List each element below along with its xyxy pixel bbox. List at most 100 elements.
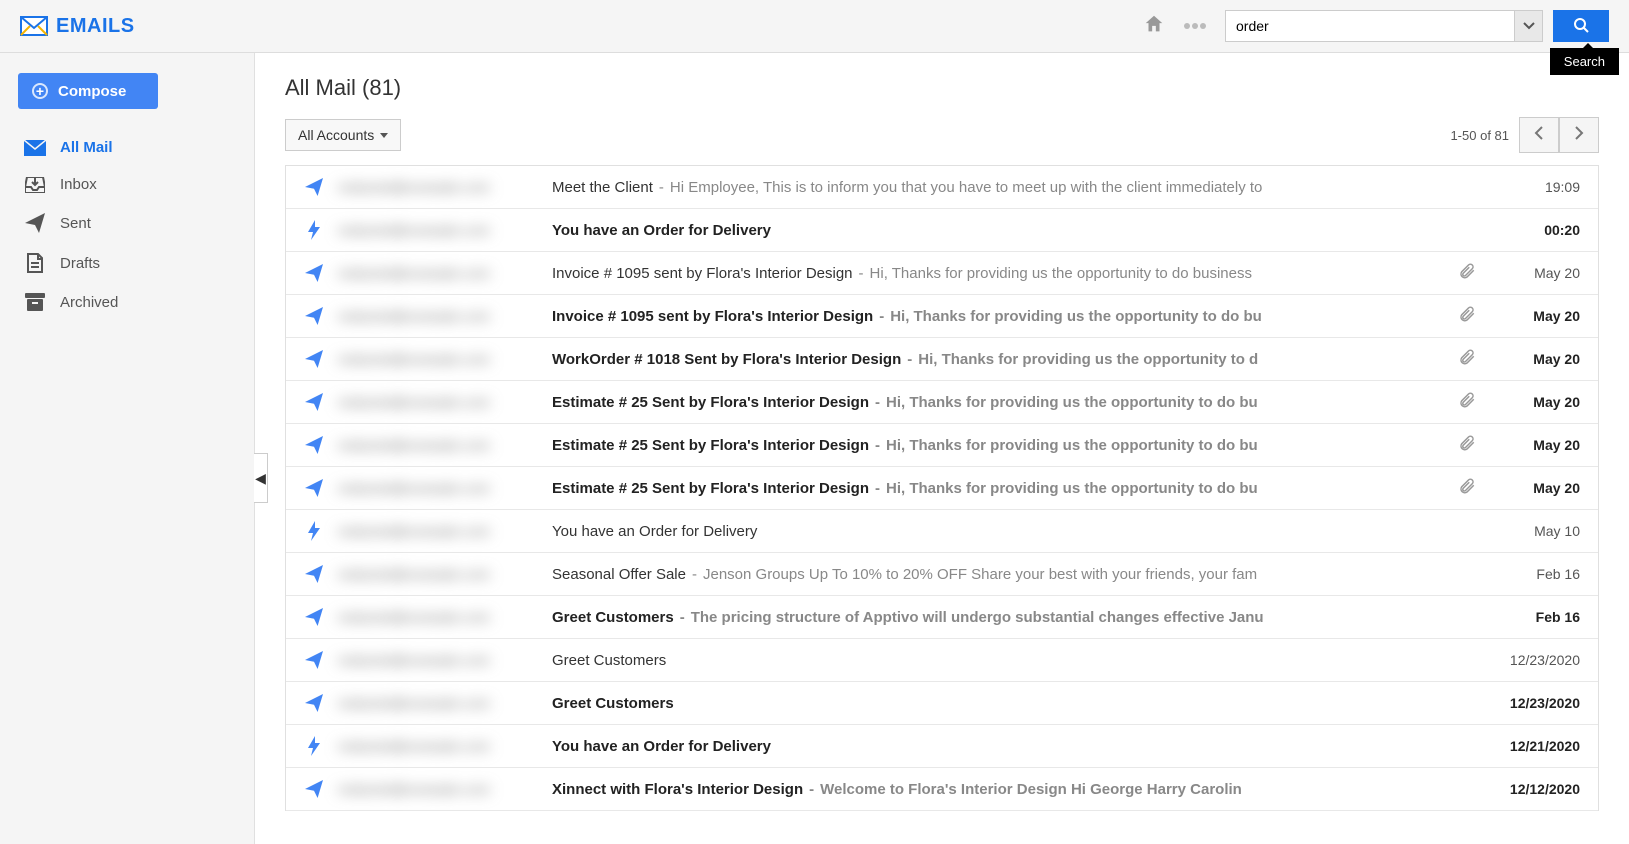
more-icon[interactable] [1183, 17, 1207, 35]
attachment-icon [1458, 477, 1476, 500]
mail-content: Meet the Client - Hi Employee, This is t… [552, 179, 1476, 196]
separator: - [875, 480, 880, 497]
mail-row[interactable]: redacted@example.comWorkOrder # 1018 Sen… [286, 338, 1598, 381]
mail-content: Seasonal Offer Sale - Jenson Groups Up T… [552, 566, 1476, 583]
separator: - [680, 609, 685, 626]
mail-subject: You have an Order for Delivery [552, 523, 757, 540]
mail-sender: redacted@example.com [338, 437, 538, 453]
mail-preview: Hi, Thanks for providing us the opportun… [870, 265, 1252, 282]
send-icon [304, 264, 324, 282]
mail-preview: Hi, Thanks for providing us the opportun… [886, 437, 1258, 454]
mail-row[interactable]: redacted@example.comMeet the Client - Hi… [286, 166, 1598, 209]
sidebar-item-inbox[interactable]: Inbox [18, 166, 236, 203]
compose-button[interactable]: + Compose [18, 73, 158, 109]
pager-prev[interactable] [1519, 117, 1559, 153]
sidebar-item-sent[interactable]: Sent [18, 203, 236, 243]
mail-sender: redacted@example.com [338, 738, 538, 754]
mail-row[interactable]: redacted@example.com Greet Customers 12/23… [286, 639, 1598, 682]
mail-row[interactable]: redacted@example.comInvoice # 1095 sent … [286, 252, 1598, 295]
chevron-down-icon [1523, 17, 1535, 35]
envelope-icon [20, 16, 48, 36]
search-dropdown[interactable] [1515, 10, 1543, 42]
logo[interactable]: EMAILS [20, 15, 135, 38]
mail-subject: WorkOrder # 1018 Sent by Flora's Interio… [552, 351, 901, 368]
search-icon [1573, 17, 1589, 36]
mail-subject: Estimate # 25 Sent by Flora's Interior D… [552, 480, 869, 497]
separator: - [879, 308, 884, 325]
mail-row[interactable]: redacted@example.com Greet Customers 12/23… [286, 682, 1598, 725]
mail-row[interactable]: redacted@example.com Estimate # 25 Sent b… [286, 381, 1598, 424]
mail-date: 12/23/2020 [1490, 652, 1580, 668]
attachment-icon [1458, 391, 1476, 414]
mail-date: Feb 16 [1490, 566, 1580, 582]
sidebar-item-archived[interactable]: Archived [18, 283, 236, 321]
mail-content: You have an Order for Delivery [552, 222, 1476, 239]
mail-content: Estimate # 25 Sent by Flora's Interior D… [552, 480, 1440, 497]
chevron-right-icon [1574, 126, 1584, 145]
mail-sender: redacted@example.com [338, 394, 538, 410]
mail-preview: Jenson Groups Up To 10% to 20% OFF Share… [703, 566, 1257, 583]
compose-label: Compose [58, 83, 126, 100]
bolt-icon [304, 220, 324, 240]
separator: - [875, 394, 880, 411]
sidebar-item-all-mail[interactable]: All Mail [18, 129, 236, 166]
mail-row[interactable]: redacted@example.com You have an Order fo… [286, 725, 1598, 768]
envelope-icon [24, 140, 46, 156]
mail-preview: Hi, Thanks for providing us the opportun… [886, 394, 1258, 411]
mail-content: Greet Customers - The pricing structure … [552, 609, 1476, 626]
home-icon[interactable] [1143, 13, 1165, 40]
mail-sender: redacted@example.com [338, 308, 538, 324]
mail-date: 00:20 [1490, 222, 1580, 238]
mail-content: Estimate # 25 Sent by Flora's Interior D… [552, 437, 1440, 454]
mail-preview: Hi, Thanks for providing us the opportun… [918, 351, 1258, 368]
send-icon [304, 608, 324, 626]
nav-label: Sent [60, 215, 91, 232]
mail-row[interactable]: redacted@example.com Greet Customers - Th… [286, 596, 1598, 639]
chevron-left-icon [1534, 126, 1544, 145]
sidebar-item-drafts[interactable]: Drafts [18, 243, 236, 283]
mail-row[interactable]: redacted@example.comYou have an Order fo… [286, 510, 1598, 553]
mail-sender: redacted@example.com [338, 695, 538, 711]
page-title: All Mail (81) [285, 75, 401, 101]
mail-date: May 20 [1490, 308, 1580, 324]
mail-subject: Meet the Client [552, 179, 653, 196]
mail-content: You have an Order for Delivery [552, 523, 1476, 540]
mail-row[interactable]: redacted@example.comXinnect with Flora's… [286, 768, 1598, 811]
separator: - [859, 265, 864, 282]
mail-date: May 20 [1490, 351, 1580, 367]
accounts-label: All Accounts [298, 127, 374, 143]
mail-sender: redacted@example.com [338, 652, 538, 668]
mail-row[interactable]: redacted@example.com Estimate # 25 Sent b… [286, 424, 1598, 467]
mail-content: WorkOrder # 1018 Sent by Flora's Interio… [552, 351, 1440, 368]
separator: - [907, 351, 912, 368]
mail-content: Estimate # 25 Sent by Flora's Interior D… [552, 394, 1440, 411]
mail-row[interactable]: redacted@example.comInvoice # 1095 sent … [286, 295, 1598, 338]
search-input[interactable] [1225, 10, 1515, 42]
mail-content: Greet Customers [552, 652, 1476, 669]
sidebar: + Compose All Mail Inbox Sent Drafts Archive… [0, 53, 255, 844]
mail-content: Greet Customers [552, 695, 1476, 712]
separator: - [809, 781, 814, 798]
mail-sender: redacted@example.com [338, 609, 538, 625]
search-button[interactable]: Search [1553, 10, 1609, 42]
attachment-icon [1458, 305, 1476, 328]
attachment-icon [1458, 434, 1476, 457]
bolt-icon [304, 521, 324, 541]
mail-row[interactable]: redacted@example.comEstimate # 25 Sent b… [286, 467, 1598, 510]
mail-date: May 20 [1490, 437, 1580, 453]
mail-preview: Hi Employee, This is to inform you that … [670, 179, 1263, 196]
mail-row[interactable]: redacted@example.comYou have an Order fo… [286, 209, 1598, 252]
nav-label: Archived [60, 294, 118, 311]
logo-text: EMAILS [56, 15, 135, 38]
draft-icon [24, 253, 46, 273]
mail-date: 12/23/2020 [1490, 695, 1580, 711]
nav-label: Drafts [60, 255, 100, 272]
mail-date: 19:09 [1490, 179, 1580, 195]
pager-next[interactable] [1559, 117, 1599, 153]
nav-label: Inbox [60, 176, 97, 193]
mail-subject: Greet Customers [552, 695, 674, 712]
mail-subject: Seasonal Offer Sale [552, 566, 686, 583]
mail-row[interactable]: redacted@example.comSeasonal Offer Sale … [286, 553, 1598, 596]
accounts-dropdown[interactable]: All Accounts [285, 119, 401, 151]
mail-content: You have an Order for Delivery [552, 738, 1476, 755]
